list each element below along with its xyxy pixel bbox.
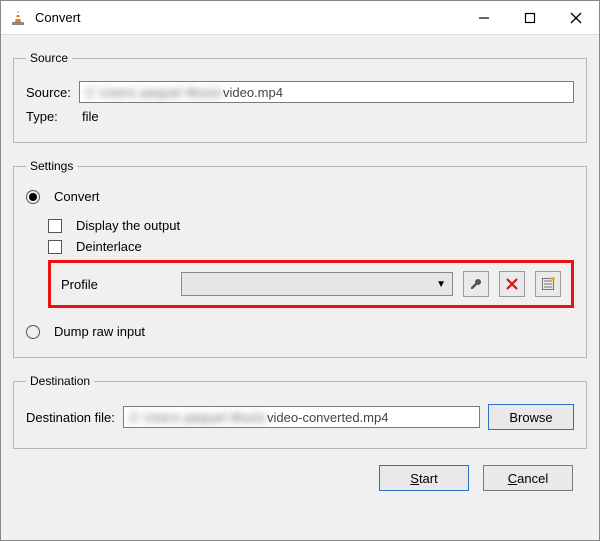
type-label: Type:	[26, 109, 74, 124]
start-button[interactable]: Start	[379, 465, 469, 491]
source-input[interactable]: C Users paquel Music video.mp4	[79, 81, 574, 103]
cancel-button[interactable]: Cancel	[483, 465, 573, 491]
profile-row-highlight: Profile ▼	[48, 260, 574, 308]
start-button-label: Start	[410, 471, 437, 486]
destination-input[interactable]: C Users paquel Music video-converted.mp4	[123, 406, 480, 428]
vlc-icon	[1, 9, 35, 27]
source-label: Source:	[26, 85, 71, 100]
maximize-button[interactable]	[507, 1, 553, 35]
convert-radio[interactable]	[26, 190, 40, 204]
source-group: Source Source: C Users paquel Music vide…	[13, 51, 587, 143]
dump-raw-label: Dump raw input	[54, 324, 145, 339]
dialog-content: Source Source: C Users paquel Music vide…	[1, 35, 599, 540]
list-new-icon	[541, 277, 555, 291]
source-path-blurred: C Users paquel Music	[86, 85, 223, 100]
delete-profile-button[interactable]	[499, 271, 525, 297]
window-controls	[461, 1, 599, 35]
destination-group: Destination Destination file: C Users pa…	[13, 374, 587, 449]
source-legend: Source	[26, 51, 72, 65]
settings-legend: Settings	[26, 159, 77, 173]
titlebar: Convert	[1, 1, 599, 35]
window-title: Convert	[35, 10, 461, 25]
browse-button-label: Browse	[509, 410, 552, 425]
convert-dialog: Convert Source Source: C Users paquel Mu…	[0, 0, 600, 541]
minimize-button[interactable]	[461, 1, 507, 35]
close-button[interactable]	[553, 1, 599, 35]
new-profile-button[interactable]	[535, 271, 561, 297]
browse-button[interactable]: Browse	[488, 404, 574, 430]
chevron-down-icon: ▼	[436, 279, 446, 290]
destination-label: Destination file:	[26, 410, 115, 425]
dump-raw-radio[interactable]	[26, 325, 40, 339]
wrench-icon	[469, 277, 483, 291]
convert-radio-label: Convert	[54, 189, 100, 204]
type-value: file	[82, 109, 99, 124]
deinterlace-checkbox[interactable]	[48, 240, 62, 254]
profile-dropdown[interactable]: ▼	[181, 272, 453, 296]
source-path-visible: video.mp4	[223, 85, 283, 100]
x-icon	[505, 277, 519, 291]
settings-group: Settings Convert Display the output Dein…	[13, 159, 587, 358]
profile-label: Profile	[61, 277, 171, 292]
display-output-label: Display the output	[76, 218, 180, 233]
destination-path-blurred: C Users paquel Music	[130, 410, 267, 425]
cancel-button-label: Cancel	[508, 471, 548, 486]
destination-legend: Destination	[26, 374, 94, 388]
destination-path-visible: video-converted.mp4	[267, 410, 388, 425]
display-output-checkbox[interactable]	[48, 219, 62, 233]
edit-profile-button[interactable]	[463, 271, 489, 297]
dialog-footer: Start Cancel	[13, 459, 587, 505]
deinterlace-label: Deinterlace	[76, 239, 142, 254]
